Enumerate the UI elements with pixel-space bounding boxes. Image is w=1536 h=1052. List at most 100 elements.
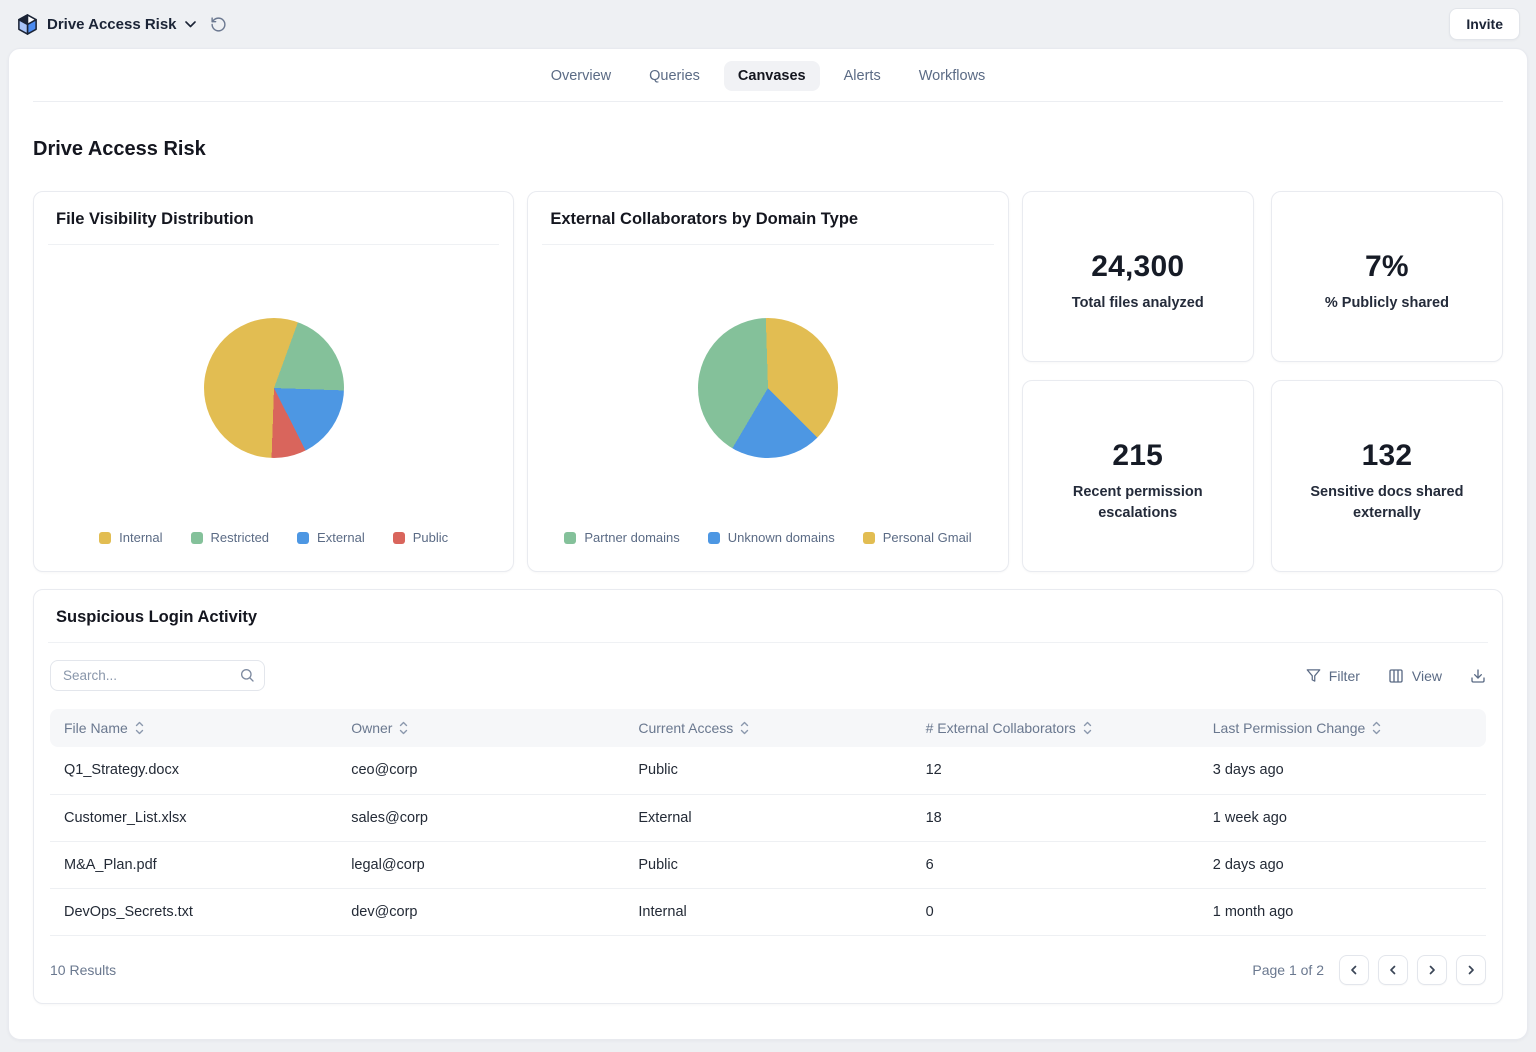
legend-item: Unknown domains (707, 530, 835, 545)
refresh-button[interactable] (206, 12, 231, 37)
column-header[interactable]: Owner (337, 709, 625, 747)
sort-icon[interactable] (1083, 721, 1092, 735)
table-cell: 1 week ago (1198, 794, 1486, 842)
chart-card-file-visibility: File Visibility Distribution Internal Res… (33, 191, 515, 572)
download-icon (1470, 668, 1486, 684)
table-cell: 3 days ago (1198, 747, 1486, 795)
cards-row: File Visibility Distribution Internal Res… (33, 191, 1503, 572)
data-table: File Name Owner Current Access # External C… (50, 709, 1486, 936)
pie-chart-external-collaborators[interactable] (697, 317, 838, 458)
column-header-label: File Name (64, 720, 128, 736)
search-box (50, 660, 265, 691)
tab-workflows[interactable]: Workflows (905, 61, 1000, 91)
table-cell: legal@corp (337, 841, 625, 889)
pagination-next-button[interactable] (1417, 954, 1447, 985)
table-cell: ceo@corp (337, 747, 625, 795)
legend-label: Restricted (210, 530, 270, 545)
legend-label: Unknown domains (727, 530, 835, 545)
legend-swatch (297, 531, 310, 544)
stats-grid: 24,300 Total files analyzed 7% % Publicly s… (1021, 191, 1503, 572)
table-cell: 0 (911, 888, 1199, 936)
table-cell: M&A_Plan.pdf (50, 841, 338, 889)
view-button[interactable]: View (1388, 668, 1442, 684)
workspace-title: Drive Access Risk (47, 15, 177, 33)
search-input[interactable] (50, 660, 265, 691)
sort-icon[interactable] (399, 721, 408, 735)
stat-card: 132 Sensitive docs shared externally (1270, 379, 1503, 572)
table-row[interactable]: Q1_Strategy.docx ceo@corp Public 12 3 days a… (50, 747, 1486, 795)
legend-item: External (297, 530, 365, 545)
refresh-icon (210, 16, 227, 33)
stat-label: % Publicly shared (1324, 295, 1449, 311)
table-cell: 1 month ago (1198, 888, 1486, 936)
results-count: 10 Results (50, 961, 117, 978)
column-header[interactable]: File Name (50, 709, 338, 747)
table-cell: Public (624, 841, 912, 889)
stat-card: 215 Recent permission escalations (1021, 379, 1254, 572)
legend-label: Partner domains (584, 530, 680, 545)
tab-canvases[interactable]: Canvases (723, 61, 820, 91)
invite-button[interactable]: Invite (1449, 8, 1520, 40)
chart-legend: Internal Restricted External Public (34, 530, 513, 571)
filter-button[interactable]: Filter (1306, 668, 1360, 684)
legend-swatch (392, 531, 405, 544)
stat-value: 215 (1112, 438, 1164, 472)
topbar: Drive Access Risk Invite (0, 0, 1536, 48)
stat-value: 24,300 (1091, 250, 1185, 283)
legend-swatch (190, 531, 203, 544)
table-cell: External (624, 794, 912, 842)
table-cell: sales@corp (337, 794, 625, 842)
view-label: View (1411, 667, 1442, 684)
chart-title: File Visibility Distribution (56, 210, 254, 228)
legend-label: Public (412, 530, 449, 545)
table-cell: dev@corp (337, 888, 625, 936)
pagination-first-button[interactable] (1339, 954, 1369, 985)
app-logo-cube-icon (16, 13, 39, 36)
column-header[interactable]: Last Permission Change (1198, 709, 1486, 747)
table-row[interactable]: Customer_List.xlsx sales@corp External 18 1 … (50, 794, 1486, 842)
tab-overview[interactable]: Overview (537, 61, 625, 91)
stat-card: 7% % Publicly shared (1270, 191, 1503, 362)
download-button[interactable] (1470, 668, 1486, 684)
table-cell: DevOps_Secrets.txt (50, 888, 338, 936)
tab-alerts[interactable]: Alerts (830, 61, 895, 91)
search-icon (239, 667, 255, 688)
table-row[interactable]: DevOps_Secrets.txt dev@corp Internal 0 1 mon… (50, 888, 1486, 936)
table-header-row: File Name Owner Current Access # External C… (50, 709, 1486, 747)
chevron-down-icon (184, 20, 196, 28)
column-header[interactable]: # External Collaborators (911, 709, 1199, 747)
table-cell: 2 days ago (1198, 841, 1486, 889)
table-cell: Public (624, 747, 912, 795)
legend-label: External (317, 530, 365, 545)
sort-icon[interactable] (740, 721, 749, 735)
legend-swatch (99, 531, 112, 544)
column-header-label: Last Permission Change (1212, 720, 1366, 736)
tab-queries[interactable]: Queries (635, 61, 714, 91)
column-header-label: Current Access (638, 720, 734, 736)
table-toolbar: Filter View (34, 643, 1502, 704)
workspace-switcher[interactable]: Drive Access Risk (16, 13, 196, 36)
filter-icon (1306, 668, 1321, 683)
column-header-label: Owner (351, 720, 393, 736)
legend-item: Internal (99, 530, 163, 545)
table-cell: 18 (911, 794, 1199, 842)
column-header[interactable]: Current Access (624, 709, 912, 747)
tab-bar: Overview Queries Canvases Alerts Workflows (9, 49, 1527, 101)
pagination-prev-button[interactable] (1378, 954, 1408, 985)
sort-icon[interactable] (135, 721, 144, 735)
table-cell: 12 (911, 747, 1199, 795)
legend-item: Restricted (190, 530, 270, 545)
table-cell: Internal (624, 888, 912, 936)
sort-icon[interactable] (1372, 721, 1381, 735)
main-panel: Overview Queries Canvases Alerts Workflows D… (8, 48, 1528, 1040)
table-card-suspicious-login-activity: Suspicious Login Activity Search... Filt… (33, 589, 1503, 1004)
legend-label: Internal (119, 530, 163, 545)
pagination-last-button[interactable] (1456, 954, 1486, 985)
pie-chart-file-visibility[interactable] (203, 317, 344, 458)
page-title: Drive Access Risk (33, 138, 206, 160)
tabs-divider (33, 101, 1503, 102)
page-indicator: Page 1 of 2 (1252, 961, 1324, 978)
chart-card-external-collaborators: External Collaborators by Domain Type Pa… (527, 191, 1009, 572)
stat-label: Sensitive docs shared externally (1310, 483, 1464, 521)
table-row[interactable]: M&A_Plan.pdf legal@corp Public 6 2 days ago (50, 841, 1486, 889)
